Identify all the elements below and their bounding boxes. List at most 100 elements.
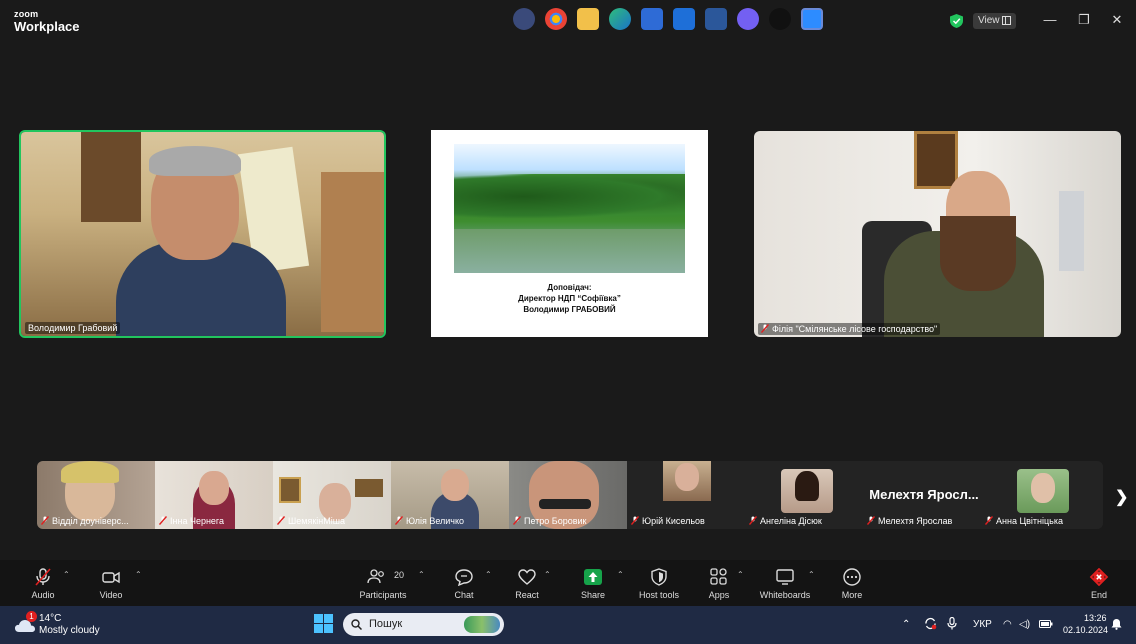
end-label: End: [1090, 590, 1107, 600]
react-options-chevron-icon[interactable]: ⌃: [544, 570, 551, 579]
thumbnail-tile[interactable]: Юрій Кисельов: [627, 461, 745, 529]
microphone-icon[interactable]: [947, 617, 957, 630]
video-options-chevron-icon[interactable]: ⌃: [135, 570, 142, 579]
thumbnail-tile[interactable]: Інна Чернега: [155, 461, 273, 529]
more-dots-icon: [843, 568, 861, 586]
thumbnail-tile[interactable]: ШемякінМіша: [273, 461, 391, 529]
thumbnail-display-name: Мелехтя Яросл...: [869, 487, 979, 502]
thumbnail-name-text: Юрій Кисельов: [642, 516, 705, 526]
apps-options-chevron-icon[interactable]: ⌃: [737, 570, 744, 579]
chat-options-chevron-icon[interactable]: ⌃: [485, 570, 492, 579]
video-tile-speaker-left[interactable]: Володимир Грабовий: [19, 130, 386, 338]
viber-icon[interactable]: [737, 8, 759, 30]
meeting-toolbar: Audio ⌃ Video ⌃ 20 Participants ⌃ Chat ⌃…: [0, 560, 1136, 606]
chrome-icon[interactable]: [545, 8, 567, 30]
zoom-app-icon[interactable]: [801, 8, 823, 30]
thumbnail-name-text: Інна Чернега: [170, 516, 225, 526]
share-options-chevron-icon[interactable]: ⌃: [617, 570, 624, 579]
whiteboards-label: Whiteboards: [759, 590, 811, 600]
clock-time[interactable]: 13:26: [1084, 613, 1107, 623]
mail-icon[interactable]: [673, 8, 695, 30]
thumbnail-name: Інна Чернега: [159, 516, 224, 526]
thumbnail-tile[interactable]: Анна Цвітніцька: [981, 461, 1103, 529]
react-button[interactable]: React: [509, 560, 545, 606]
search-icon: [351, 619, 362, 630]
teams-meet-icon[interactable]: [513, 8, 535, 30]
thumbnail-name: Мелехтя Ярослав: [867, 516, 952, 526]
windows-start-icon[interactable]: [314, 614, 333, 633]
participants-options-chevron-icon[interactable]: ⌃: [418, 570, 425, 579]
store-icon[interactable]: [641, 8, 663, 30]
thumbnail-name: Петро Боровик: [513, 516, 586, 526]
minimize-button[interactable]: —: [1043, 12, 1057, 28]
chat-button[interactable]: Chat: [446, 560, 482, 606]
thumbnail-name: Ангеліна Дісюк: [749, 516, 822, 526]
taskbar-search[interactable]: Пошук: [343, 613, 504, 636]
thumbnail-tile[interactable]: Відділ доуніверс...: [37, 461, 155, 529]
chat-label: Chat: [454, 590, 474, 600]
share-screen-icon: [584, 569, 602, 585]
mic-muted-icon: [513, 516, 521, 525]
view-label: View: [978, 15, 1000, 26]
thumbnail-name: Відділ доуніверс...: [41, 516, 129, 526]
slide-caption: Доповідач: Директор НДП “Софіївка” Волод…: [431, 282, 708, 315]
close-button[interactable]: ✕: [1110, 12, 1124, 28]
weather-description: Mostly cloudy: [39, 625, 100, 636]
more-label: More: [841, 590, 863, 600]
host-tools-label: Host tools: [638, 590, 680, 600]
thumbnail-name: Юрій Кисельов: [631, 516, 705, 526]
weather-badge: 1: [26, 611, 37, 622]
speaker-icon[interactable]: ◁): [1019, 619, 1030, 630]
restore-button[interactable]: ❐: [1077, 12, 1091, 28]
mic-muted-icon: [35, 568, 51, 586]
word-icon[interactable]: [705, 8, 727, 30]
video-tile-speaker-right[interactable]: Філія "Смілянське лісове господарство": [754, 131, 1121, 337]
thumbnail-tile[interactable]: Мелехтя Яросл... Мелехтя Ярослав: [863, 461, 981, 529]
host-tools-button[interactable]: Host tools: [636, 560, 682, 606]
more-button[interactable]: More: [834, 560, 870, 606]
shield-icon: [651, 568, 667, 586]
view-button[interactable]: View: [973, 13, 1016, 29]
slide-park-image: [454, 144, 685, 273]
tray-overflow-chevron-icon[interactable]: ⌃: [902, 619, 910, 630]
mic-muted-icon: [395, 516, 403, 525]
battery-icon[interactable]: [1039, 620, 1053, 628]
thumbnail-name-text: Мелехтя Ярослав: [878, 516, 953, 526]
end-call-icon: [1089, 568, 1109, 586]
thumbnail-tile[interactable]: Юлія Величко: [391, 461, 509, 529]
audio-options-chevron-icon[interactable]: ⌃: [63, 570, 70, 579]
whiteboard-icon: [776, 569, 794, 585]
end-button[interactable]: End: [1083, 560, 1115, 606]
share-label: Share: [580, 590, 606, 600]
thumbnail-name-text: Анна Цвітніцька: [996, 516, 1063, 526]
zoom-logo: zoom Workplace: [14, 10, 80, 34]
thumbnail-name-text: Юлія Величко: [406, 516, 465, 526]
share-button[interactable]: Share: [575, 560, 611, 606]
notification-bell-icon[interactable]: [1111, 618, 1122, 630]
participant-strip: Відділ доуніверс... Інна Чернега Шемякін…: [37, 461, 1103, 529]
tiktok-icon[interactable]: [769, 8, 791, 30]
video-button[interactable]: Video: [90, 560, 132, 606]
sync-icon[interactable]: [924, 617, 937, 630]
language-indicator[interactable]: УКР: [973, 619, 992, 630]
whiteboards-button[interactable]: Whiteboards: [756, 560, 814, 606]
thumbnail-tile[interactable]: Ангеліна Дісюк: [745, 461, 863, 529]
file-explorer-icon[interactable]: [577, 8, 599, 30]
whiteboards-options-chevron-icon[interactable]: ⌃: [808, 570, 815, 579]
encryption-shield-icon[interactable]: [950, 14, 963, 28]
mic-muted-icon: [631, 516, 639, 525]
next-page-arrow-icon[interactable]: ❯: [1115, 487, 1128, 507]
title-bar: zoom Workplace View — ❐ ✕: [0, 0, 1136, 40]
audio-button[interactable]: Audio: [22, 560, 64, 606]
participants-icon: [367, 569, 384, 584]
apps-button[interactable]: Apps: [701, 560, 737, 606]
mic-muted-icon: [277, 516, 285, 525]
search-placeholder: Пошук: [369, 618, 403, 630]
edge-icon[interactable]: [609, 8, 631, 30]
clock-date[interactable]: 02.10.2024: [1063, 625, 1108, 635]
thumbnail-name: ШемякінМіша: [277, 516, 345, 526]
wifi-icon[interactable]: ◠: [1003, 619, 1012, 630]
participants-button[interactable]: 20 Participants: [355, 560, 411, 606]
apps-icon: [710, 568, 727, 585]
thumbnail-tile[interactable]: Петро Боровик: [509, 461, 627, 529]
